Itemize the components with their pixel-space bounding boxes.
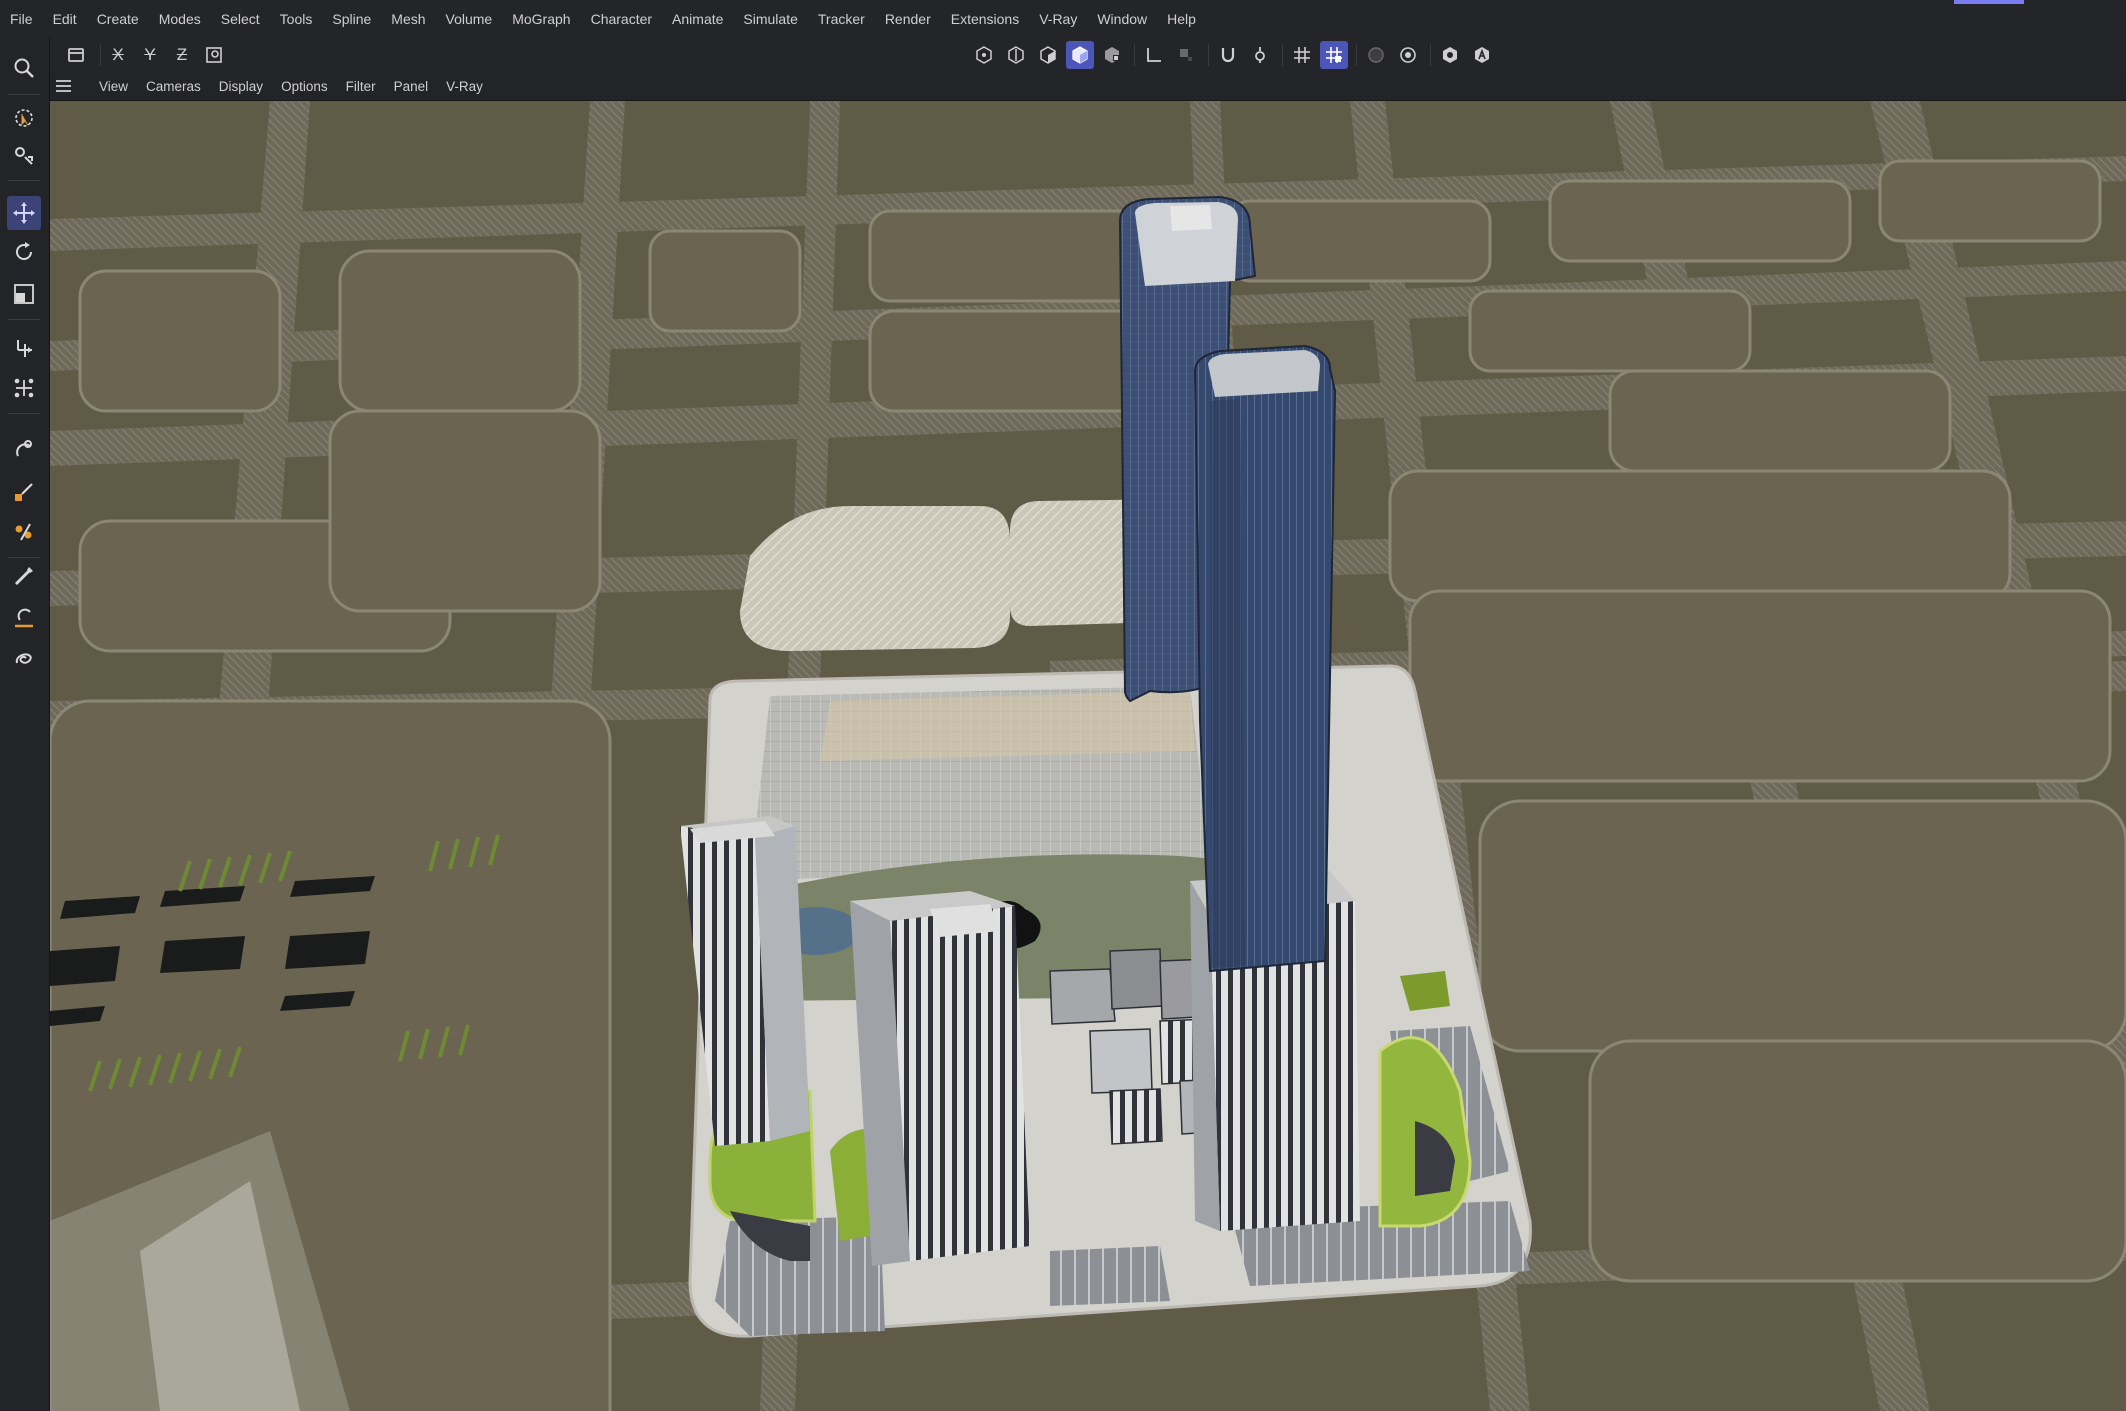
- viewport-scene: [50, 101, 2126, 1411]
- layout-tab-indicator[interactable]: [1954, 0, 2024, 4]
- glass-tower-front: [1193, 344, 1337, 973]
- menu-help[interactable]: Help: [1157, 0, 1206, 38]
- lock-x-icon: X: [112, 45, 124, 64]
- menu-mograph[interactable]: MoGraph: [502, 0, 580, 38]
- tower-center: [850, 891, 1030, 1266]
- lock-y-button[interactable]: Y: [136, 41, 164, 69]
- menu-volume[interactable]: Volume: [436, 0, 503, 38]
- menu-character[interactable]: Character: [581, 0, 662, 38]
- vray-settings-icon[interactable]: [1436, 41, 1464, 69]
- menu-spline[interactable]: Spline: [322, 0, 381, 38]
- move-icon[interactable]: [7, 196, 41, 230]
- render-view-icon[interactable]: [1362, 41, 1390, 69]
- model-mode-icon[interactable]: [1066, 41, 1094, 69]
- viewport-menu-view[interactable]: View: [90, 79, 137, 94]
- grid-icon[interactable]: [1288, 41, 1316, 69]
- menu-modes[interactable]: Modes: [149, 0, 211, 38]
- menu-file[interactable]: File: [0, 0, 43, 38]
- undo-last-icon[interactable]: [62, 41, 90, 69]
- viewport-hamburger-icon[interactable]: [56, 80, 82, 92]
- axis-mode-icon[interactable]: [1140, 41, 1168, 69]
- polygons-mode-icon[interactable]: [1034, 41, 1062, 69]
- snap-icon[interactable]: [1214, 41, 1242, 69]
- object-mode-icon[interactable]: [7, 139, 41, 173]
- main-menu-bar: File Edit Create Modes Select Tools Spli…: [0, 0, 2126, 38]
- menu-edit[interactable]: Edit: [43, 0, 87, 38]
- lasso-icon[interactable]: [7, 641, 41, 675]
- viewport-menu-options[interactable]: Options: [272, 79, 337, 94]
- search-icon[interactable]: [7, 51, 41, 85]
- snap-settings-icon[interactable]: [1246, 41, 1274, 69]
- menu-tools[interactable]: Tools: [270, 0, 323, 38]
- transfer-icon[interactable]: [7, 331, 41, 365]
- menu-tracker[interactable]: Tracker: [808, 0, 875, 38]
- menu-mesh[interactable]: Mesh: [381, 0, 435, 38]
- viewport-menu-filter[interactable]: Filter: [337, 79, 385, 94]
- magnet-icon[interactable]: [7, 433, 41, 467]
- coord-system-icon[interactable]: [200, 41, 228, 69]
- viewport-menu-display[interactable]: Display: [210, 79, 272, 94]
- edges-mode-icon[interactable]: [1002, 41, 1030, 69]
- 3d-viewport[interactable]: [50, 101, 2126, 1411]
- render-settings-icon[interactable]: [1394, 41, 1422, 69]
- viewport-menu-vray[interactable]: V-Ray: [437, 79, 492, 94]
- points-mode-icon[interactable]: [970, 41, 998, 69]
- lock-y-icon: Y: [144, 45, 156, 64]
- live-selection-icon[interactable]: [7, 101, 41, 135]
- uv-mode-icon[interactable]: [1098, 41, 1126, 69]
- menu-animate[interactable]: Animate: [662, 0, 733, 38]
- vray-render-icon[interactable]: [1468, 41, 1496, 69]
- viewport-menu-bar: View Cameras Display Options Filter Pane…: [50, 72, 2126, 101]
- viewport-menu-panel[interactable]: Panel: [385, 79, 438, 94]
- viewport-menu-cameras[interactable]: Cameras: [137, 79, 210, 94]
- menu-simulate[interactable]: Simulate: [733, 0, 807, 38]
- lock-z-button[interactable]: Z: [168, 41, 196, 69]
- lock-z-icon: Z: [176, 45, 188, 64]
- texture-mode-icon[interactable]: [1172, 41, 1200, 69]
- menu-render[interactable]: Render: [875, 0, 941, 38]
- rotate-icon[interactable]: [7, 235, 41, 269]
- menu-select[interactable]: Select: [211, 0, 270, 38]
- spline-pen-icon[interactable]: [7, 601, 41, 635]
- brush-icon[interactable]: [7, 559, 41, 593]
- workplane-icon[interactable]: [1320, 41, 1348, 69]
- left-tool-palette: [0, 38, 50, 1411]
- scale-icon[interactable]: [7, 277, 41, 311]
- menu-window[interactable]: Window: [1087, 0, 1157, 38]
- scatter-icon[interactable]: [7, 371, 41, 405]
- menu-vray[interactable]: V-Ray: [1029, 0, 1087, 38]
- lock-x-button[interactable]: X: [104, 41, 132, 69]
- main-toolbar: X Y Z: [50, 38, 2126, 72]
- menu-create[interactable]: Create: [87, 0, 149, 38]
- knife-icon[interactable]: [7, 475, 41, 509]
- sculpt-icon[interactable]: [7, 515, 41, 549]
- menu-extensions[interactable]: Extensions: [941, 0, 1029, 38]
